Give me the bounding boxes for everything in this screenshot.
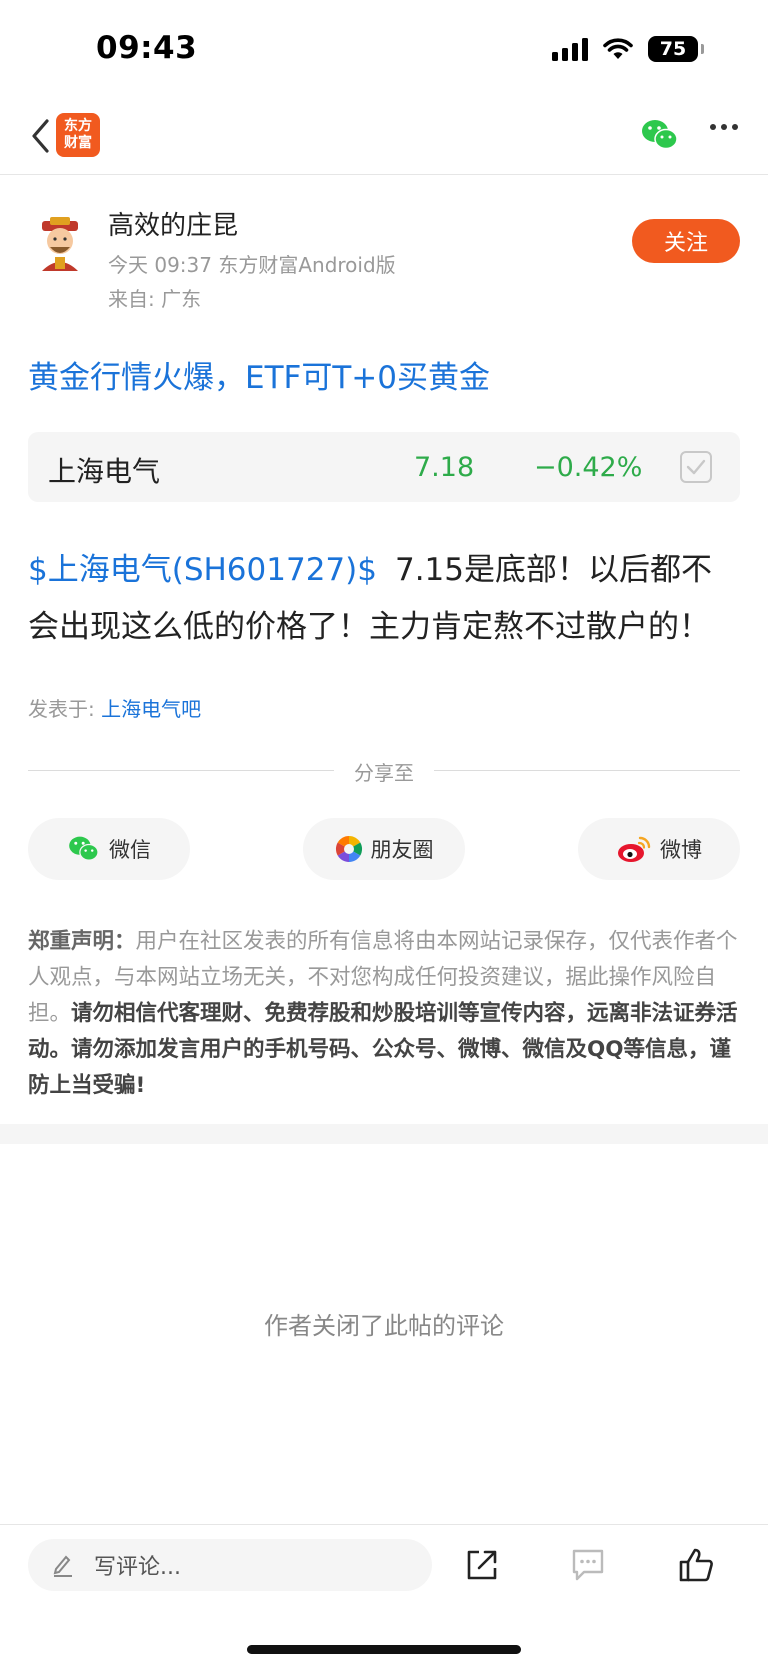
follow-button[interactable]: 关注 bbox=[632, 219, 740, 263]
avatar-image bbox=[42, 217, 78, 271]
battery-level: 75 bbox=[659, 38, 687, 60]
share-moments-button[interactable]: 朋友圈 bbox=[303, 818, 465, 880]
nav-bar: 东方 财富 bbox=[0, 100, 768, 175]
share-wechat-label: 微信 bbox=[109, 838, 151, 862]
more-options-button[interactable] bbox=[710, 124, 738, 130]
stock-name: 上海电气 bbox=[48, 455, 161, 488]
forum-link[interactable]: 上海电气吧 bbox=[101, 697, 201, 721]
share-out-icon bbox=[467, 1550, 497, 1580]
status-icons: 75 bbox=[552, 36, 704, 62]
share-moments-label: 朋友圈 bbox=[370, 838, 434, 862]
share-weibo-label: 微博 bbox=[660, 838, 702, 862]
pencil-icon bbox=[53, 1555, 72, 1577]
wifi-icon bbox=[603, 38, 633, 59]
post-meta: 今天 09:37 东方财富Android版 bbox=[108, 253, 396, 277]
comment-icon bbox=[572, 1549, 604, 1581]
like-button[interactable] bbox=[676, 1545, 716, 1585]
moments-icon bbox=[335, 835, 362, 863]
post-title[interactable]: 黄金行情火爆，ETF可T+0买黄金 bbox=[28, 352, 490, 397]
stock-change: −0.42% bbox=[534, 452, 643, 483]
comment-placeholder: 写评论... bbox=[94, 1555, 181, 1580]
status-bar: 09:43 75 bbox=[0, 0, 768, 100]
thumbs-up-icon bbox=[679, 1548, 713, 1582]
app-logo[interactable]: 东方 财富 bbox=[56, 113, 100, 157]
add-watchlist-checkbox[interactable] bbox=[680, 451, 712, 483]
share-divider: 分享至 bbox=[28, 755, 740, 785]
check-icon bbox=[686, 459, 706, 475]
chevron-left-icon bbox=[32, 119, 49, 153]
logo-line-1: 东方 bbox=[64, 118, 92, 134]
share-wechat-button[interactable]: 微信 bbox=[28, 818, 190, 880]
share-weibo-button[interactable]: 微博 bbox=[578, 818, 740, 880]
signal-icon bbox=[552, 37, 588, 61]
disclaimer-heading: 郑重声明： bbox=[28, 929, 136, 954]
disclaimer-warning: 请勿相信代客理财、免费荐股和炒股培训等宣传内容，远离非法证券活动。请勿添加发言用… bbox=[28, 1001, 738, 1098]
author-block: 高效的庄昆 今天 09:37 东方财富Android版 来自: 广东 关注 bbox=[28, 205, 740, 315]
post-body: $上海电气(SH601727)$ 7.15是底部！以后都不会出现这么低的价格了！主… bbox=[28, 542, 740, 656]
author-name[interactable]: 高效的庄昆 bbox=[108, 205, 238, 242]
stock-tag-link[interactable]: $上海电气(SH601727)$ bbox=[28, 552, 377, 588]
posted-in-label: 发表于: bbox=[28, 697, 95, 721]
post-location: 来自: 广东 bbox=[108, 287, 202, 311]
share-out-button[interactable] bbox=[462, 1545, 502, 1585]
more-dot bbox=[721, 124, 727, 130]
posted-in: 发表于: 上海电气吧 bbox=[28, 693, 201, 722]
more-dot bbox=[732, 124, 738, 130]
comment-button[interactable] bbox=[568, 1545, 608, 1585]
disclaimer: 郑重声明：用户在社区发表的所有信息将由本网站记录保存，仅代表作者个人观点，与本网… bbox=[28, 924, 742, 1104]
logo-line-2: 财富 bbox=[64, 135, 92, 151]
comments-closed-notice: 作者关闭了此帖的评论 bbox=[264, 1312, 504, 1340]
home-indicator[interactable] bbox=[247, 1645, 521, 1654]
status-time: 09:43 bbox=[96, 30, 198, 66]
back-button[interactable] bbox=[20, 114, 60, 158]
wechat-icon bbox=[69, 836, 99, 861]
more-dot bbox=[710, 124, 716, 130]
comment-input[interactable]: 写评论... bbox=[28, 1539, 432, 1591]
wechat-icon bbox=[642, 120, 678, 150]
divider-line bbox=[434, 770, 740, 771]
stock-price: 7.18 bbox=[414, 452, 475, 483]
battery-indicator: 75 bbox=[648, 36, 704, 62]
bottom-action-bar: 写评论... bbox=[0, 1524, 768, 1665]
section-divider bbox=[0, 1124, 768, 1144]
share-label: 分享至 bbox=[354, 761, 414, 785]
stock-card[interactable]: 上海电气 7.18 −0.42% bbox=[28, 432, 740, 502]
avatar[interactable] bbox=[28, 213, 92, 277]
weibo-icon bbox=[618, 836, 651, 862]
wechat-share-button[interactable] bbox=[640, 118, 680, 156]
